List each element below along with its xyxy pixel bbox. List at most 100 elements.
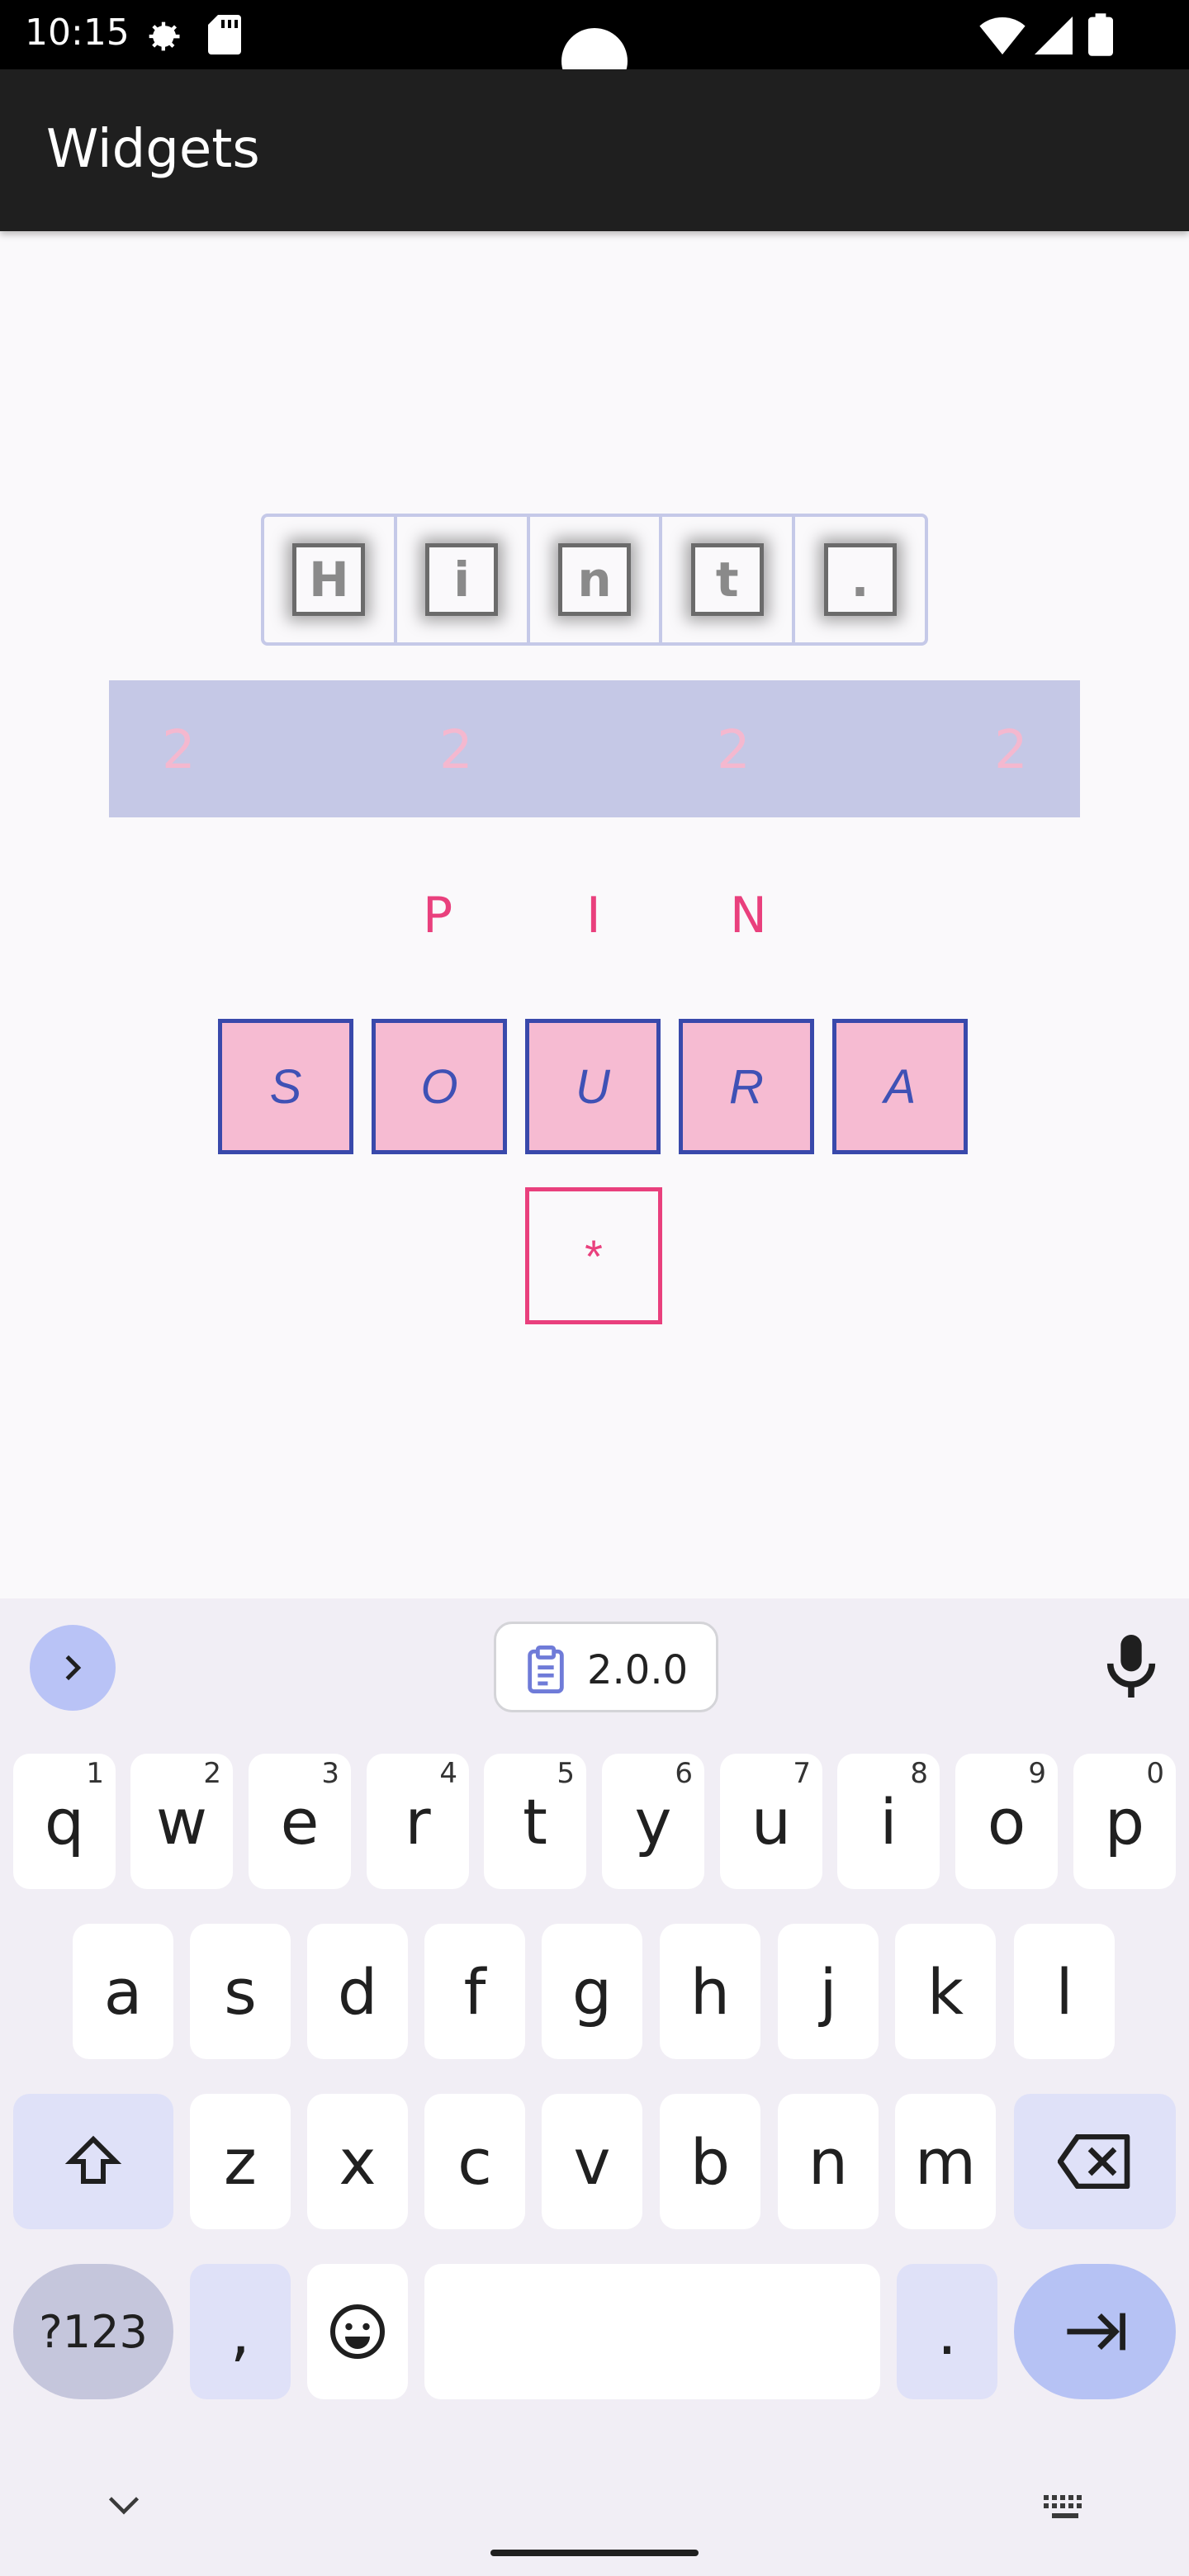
key-hint: 8 [910, 1757, 928, 1790]
key-y[interactable]: y6 [602, 1754, 704, 1889]
status-time: 10:15 [25, 12, 130, 54]
key-label: t [523, 1784, 547, 1859]
key-d[interactable]: d [307, 1924, 408, 2059]
signal-icon [1034, 17, 1073, 59]
key-c[interactable]: c [424, 2094, 525, 2229]
obscured-pin-cell[interactable]: * [525, 1187, 662, 1324]
hint-cell[interactable]: n [530, 517, 663, 642]
shift-key[interactable] [13, 2094, 173, 2229]
key-x[interactable]: x [307, 2094, 408, 2229]
key-f[interactable]: f [424, 1924, 525, 2059]
digit-pin-field[interactable]: 2 2 2 2 [109, 680, 1080, 817]
settings-icon [142, 15, 185, 62]
digit-cell: 2 [717, 720, 751, 781]
hint-char: t [690, 543, 764, 616]
hide-keyboard-icon[interactable] [106, 2493, 142, 2522]
key-r[interactable]: r4 [367, 1754, 469, 1889]
key-label: q [44, 1784, 85, 1859]
clipboard-suggestion-chip[interactable]: 2.0.0 [494, 1622, 718, 1712]
key-hint: 1 [86, 1757, 104, 1790]
backspace-key[interactable] [1014, 2094, 1176, 2229]
key-l[interactable]: l [1014, 1924, 1115, 2059]
sd-card-icon [208, 15, 241, 59]
key-q[interactable]: q1 [13, 1754, 116, 1889]
chevron-right-icon [65, 1655, 82, 1681]
keyboard-toolbar: 2.0.0 [0, 1598, 1189, 1712]
key-label: y [634, 1784, 672, 1859]
clipboard-text: 2.0.0 [587, 1647, 689, 1693]
key-w[interactable]: w2 [130, 1754, 233, 1889]
space-key[interactable] [424, 2264, 880, 2399]
backspace-icon [1058, 2134, 1130, 2189]
key-i[interactable]: i8 [837, 1754, 940, 1889]
hint-cell[interactable]: . [795, 517, 925, 642]
keyboard-expand-button[interactable] [30, 1625, 116, 1711]
word-cell[interactable]: O [372, 1019, 507, 1154]
emoji-key[interactable] [307, 2264, 408, 2399]
key-hint: 2 [203, 1757, 221, 1790]
key-p[interactable]: p0 [1073, 1754, 1176, 1889]
key-s[interactable]: s [190, 1924, 291, 2059]
tab-arrow-icon [1067, 2313, 1125, 2351]
microphone-icon[interactable] [1105, 1635, 1158, 1702]
key-label: p [1104, 1784, 1145, 1859]
hint-char: . [823, 543, 897, 616]
key-j[interactable]: j [778, 1924, 879, 2059]
key-hint: 7 [793, 1757, 811, 1790]
key-label: u [751, 1784, 792, 1859]
key-hint: 5 [557, 1757, 575, 1790]
key-h[interactable]: h [660, 1924, 760, 2059]
key-g[interactable]: g [542, 1924, 642, 2059]
key-label: o [987, 1784, 1026, 1859]
key-n[interactable]: n [778, 2094, 879, 2229]
hint-cell[interactable]: H [264, 517, 397, 642]
key-z[interactable]: z [190, 2094, 291, 2229]
word-cell[interactable]: S [218, 1019, 353, 1154]
pin-letter: N [730, 887, 767, 945]
pin-letter: P [423, 887, 453, 945]
app-title: Widgets [46, 119, 260, 180]
key-hint: 6 [675, 1757, 693, 1790]
word-cell[interactable]: U [525, 1019, 661, 1154]
hint-char: i [425, 543, 499, 616]
pin-letter: I [586, 887, 601, 945]
key-label: e [280, 1784, 320, 1859]
shift-icon [64, 2135, 122, 2184]
key-k[interactable]: k [895, 1924, 996, 2059]
word-cell[interactable]: A [832, 1019, 968, 1154]
key-a[interactable]: a [73, 1924, 173, 2059]
emoji-icon [330, 2304, 385, 2359]
period-key[interactable]: . [897, 2264, 997, 2399]
key-t[interactable]: t5 [484, 1754, 586, 1889]
hint-pin-field[interactable]: H i n t . [261, 514, 928, 646]
hint-cell[interactable]: t [662, 517, 796, 642]
key-hint: 9 [1028, 1757, 1046, 1790]
key-b[interactable]: b [660, 2094, 760, 2229]
key-e[interactable]: e3 [249, 1754, 351, 1889]
word-cell[interactable]: R [679, 1019, 814, 1154]
keyboard-switcher-icon[interactable] [1042, 2493, 1088, 2527]
clipboard-icon [528, 1646, 564, 1693]
digit-cell: 2 [162, 720, 196, 781]
comma-key[interactable]: , [190, 2264, 291, 2399]
soft-keyboard: 2.0.0 q1 w2 e3 r4 t5 y6 u7 i8 o9 p0 a s … [0, 1598, 1189, 2576]
app-bar: Widgets [0, 69, 1189, 231]
key-o[interactable]: o9 [955, 1754, 1058, 1889]
key-label: w [155, 1784, 208, 1859]
key-hint: 3 [321, 1757, 339, 1790]
home-indicator[interactable] [490, 2550, 699, 2556]
key-hint: 4 [439, 1757, 457, 1790]
key-label: r [405, 1784, 431, 1859]
symbols-key[interactable]: ?123 [13, 2264, 173, 2399]
battery-icon [1088, 13, 1113, 60]
next-key[interactable] [1014, 2264, 1176, 2399]
key-m[interactable]: m [895, 2094, 996, 2229]
key-label: i [879, 1784, 898, 1859]
digit-cell: 2 [439, 720, 473, 781]
hint-char: H [292, 543, 366, 616]
hint-cell[interactable]: i [397, 517, 530, 642]
key-v[interactable]: v [542, 2094, 642, 2229]
wifi-icon [979, 17, 1026, 59]
digit-cell: 2 [994, 720, 1028, 781]
key-u[interactable]: u7 [720, 1754, 822, 1889]
